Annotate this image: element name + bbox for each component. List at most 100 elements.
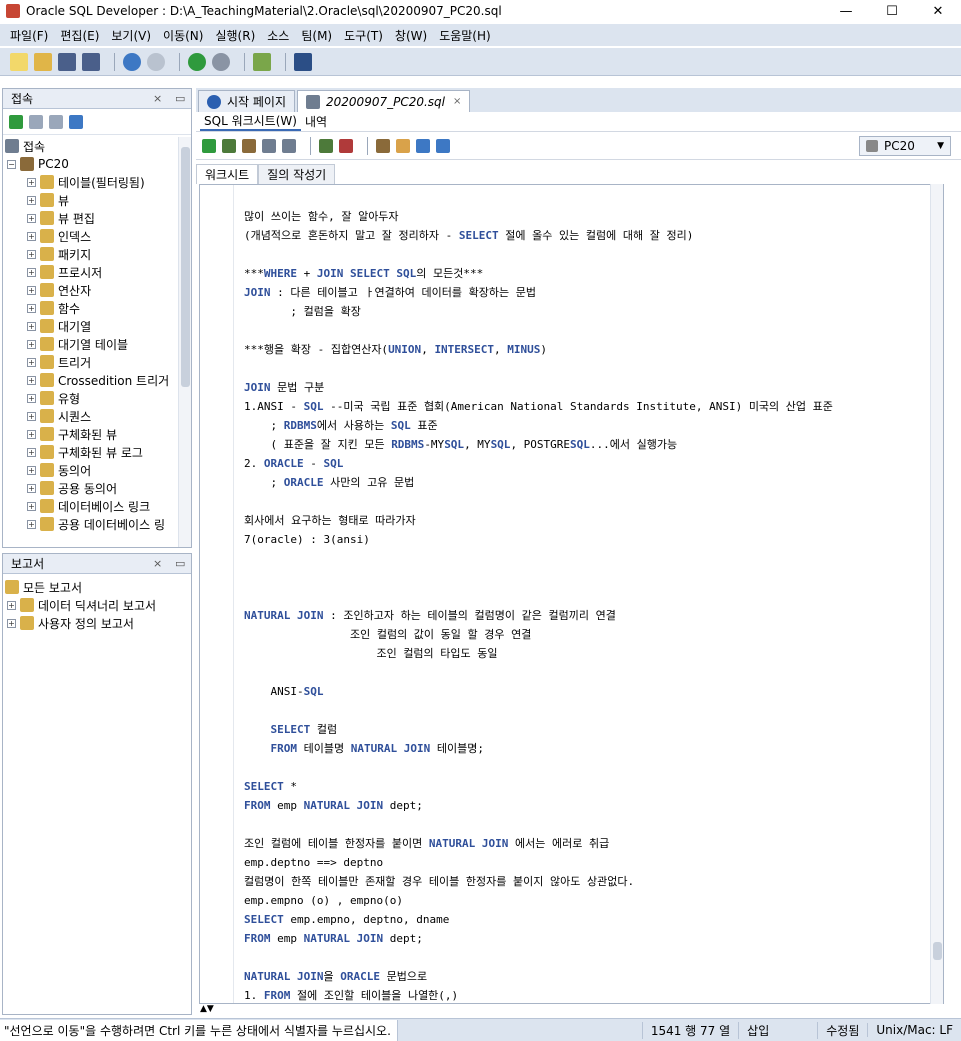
tree-item[interactable]: + Crossedition 트리거 [3, 371, 179, 389]
code-line[interactable]: ***행을 확장 - 집합연산자(UNION, INTERSECT, MINUS… [244, 340, 934, 359]
tree-item[interactable]: + 공용 동의어 [3, 479, 179, 497]
minimize-button[interactable]: — [823, 0, 869, 22]
code-line[interactable]: NATURAL JOIN : 조인하고자 하는 테이블의 컬럼명이 같은 컬럼끼… [244, 606, 934, 625]
add-connection-icon[interactable] [9, 114, 23, 129]
filter-icon[interactable] [49, 114, 63, 129]
code-line[interactable]: ; RDBMS에서 사용하는 SQL 표준 [244, 416, 934, 435]
code-line[interactable]: JOIN : 다른 테이블고 ㅏ연결하여 데이터를 확장하는 문법 [244, 283, 934, 302]
expand-icon[interactable]: + [27, 465, 36, 475]
tree-item[interactable]: + 연산자 [3, 281, 179, 299]
expand-icon[interactable]: + [27, 249, 36, 259]
expand-icon[interactable]: + [27, 231, 36, 241]
close-tab-icon[interactable]: × [453, 96, 461, 107]
undo-icon[interactable] [123, 52, 141, 71]
menu-team[interactable]: 팀(M) [295, 27, 338, 44]
expand-icon[interactable]: + [27, 195, 36, 205]
tree-item[interactable]: + 뷰 편집 [3, 209, 179, 227]
save-all-icon[interactable] [82, 52, 100, 71]
commit-icon[interactable] [319, 138, 333, 153]
tree-item[interactable]: + 대기열 [3, 317, 179, 335]
code-line[interactable]: 1.ANSI - SQL --미국 국립 표준 협회(American Nati… [244, 397, 934, 416]
minimize-pane-icon[interactable]: ▭ [175, 92, 185, 105]
expand-icon[interactable]: + [27, 411, 36, 421]
tree-item[interactable]: + 인덱스 [3, 227, 179, 245]
format-icon[interactable] [436, 138, 450, 153]
schema-browser-icon[interactable] [69, 114, 83, 129]
code-line[interactable]: NATURAL JOIN을 ORACLE 문법으로 [244, 967, 934, 986]
close-pane-icon[interactable]: × [153, 557, 162, 570]
tree-connection-pc20[interactable]: − PC20 [3, 155, 179, 173]
connections-scrollbar[interactable] [178, 137, 191, 547]
code-line[interactable] [244, 815, 934, 834]
code-line[interactable]: 조인 컬럼의 타입도 동일 [244, 644, 934, 663]
tree-item[interactable]: + 함수 [3, 299, 179, 317]
expand-icon[interactable]: + [27, 213, 36, 223]
tree-item[interactable]: + 시퀀스 [3, 407, 179, 425]
tree-item[interactable]: + 구체화된 뷰 [3, 425, 179, 443]
menu-navigate[interactable]: 이동(N) [157, 27, 209, 44]
sql-worksheet-icon[interactable] [253, 52, 271, 71]
code-line[interactable] [244, 587, 934, 606]
expand-icon[interactable]: + [27, 483, 36, 493]
connection-select[interactable]: PC20 ▼ [859, 136, 951, 156]
tree-item[interactable]: + 대기열 테이블 [3, 335, 179, 353]
tab-query-builder[interactable]: 질의 작성기 [258, 164, 336, 184]
collapse-icon[interactable]: − [7, 159, 16, 169]
expand-icon[interactable]: + [27, 339, 36, 349]
menu-view[interactable]: 보기(V) [105, 27, 157, 44]
tree-item-data-dictionary-reports[interactable]: + 데이터 딕셔너리 보고서 [3, 596, 191, 614]
expand-icon[interactable]: + [27, 429, 36, 439]
new-file-icon[interactable] [10, 52, 28, 71]
code-line[interactable]: ( 표준을 잘 지킨 모든 RDBMS-MYSQL, MYSQL, POSTGR… [244, 435, 934, 454]
tree-item[interactable]: + 유형 [3, 389, 179, 407]
tree-item[interactable]: + 공용 데이터베이스 링 [3, 515, 179, 533]
maximize-button[interactable]: ☐ [869, 0, 915, 22]
code-line[interactable]: 조인 컬럼에 테이블 한정자를 붙이면 NATURAL JOIN 에서는 에러로… [244, 834, 934, 853]
menu-source[interactable]: 소스 [261, 27, 295, 44]
menu-tools[interactable]: 도구(T) [338, 27, 389, 44]
run-script-icon[interactable] [222, 138, 236, 153]
tab-sql-worksheet[interactable]: SQL 워크시트(W) [200, 112, 301, 131]
open-folder-icon[interactable] [34, 52, 52, 71]
back-icon[interactable] [188, 52, 206, 71]
rollback-icon[interactable] [339, 138, 353, 153]
code-line[interactable]: ANSI-SQL [244, 682, 934, 701]
code-line[interactable]: 많이 쓰이는 함수, 잘 알아두자 [244, 207, 934, 226]
expand-icon[interactable]: + [27, 285, 36, 295]
expand-icon[interactable]: + [27, 375, 36, 385]
tree-item[interactable]: + 프로시저 [3, 263, 179, 281]
code-line[interactable]: ***WHERE + JOIN SELECT SQL의 모든것*** [244, 264, 934, 283]
code-line[interactable] [244, 758, 934, 777]
code-line[interactable]: SELECT * [244, 777, 934, 796]
code-line[interactable] [244, 492, 934, 511]
tree-item[interactable]: + 패키지 [3, 245, 179, 263]
expand-icon[interactable]: + [27, 321, 36, 331]
scrollbar-thumb[interactable] [933, 942, 942, 960]
code-line[interactable]: emp.deptno ==> deptno [244, 853, 934, 872]
forward-icon[interactable] [212, 52, 230, 71]
expand-icon[interactable]: + [27, 357, 36, 367]
sql-editor[interactable]: 많이 쓰이는 함수, 잘 알아두자 (개념적으로 혼돈하지 말고 잘 정리하자 -… [199, 184, 944, 1004]
tree-item[interactable]: + 구체화된 뷰 로그 [3, 443, 179, 461]
tree-root-reports[interactable]: 모든 보고서 [3, 578, 191, 596]
refresh-icon[interactable] [29, 114, 43, 129]
code-line[interactable]: 조인 컬럼의 값이 동일 할 경우 연결 [244, 625, 934, 644]
code-line[interactable] [244, 549, 934, 568]
tab-sql-file[interactable]: 20200907_PC20.sql × [297, 90, 471, 112]
tab-history[interactable]: 내역 [301, 113, 331, 130]
tree-root-connections[interactable]: 접속 [3, 137, 179, 155]
code-line[interactable]: 7(oracle) : 3(ansi) [244, 530, 934, 549]
menu-run[interactable]: 실행(R) [209, 27, 261, 44]
minimize-pane-icon[interactable]: ▭ [175, 557, 185, 570]
close-pane-icon[interactable]: × [153, 92, 162, 105]
expand-icon[interactable]: + [27, 447, 36, 457]
code-line[interactable]: SELECT emp.empno, deptno, dname [244, 910, 934, 929]
tree-item-user-defined-reports[interactable]: + 사용자 정의 보고서 [3, 614, 191, 632]
code-line[interactable] [244, 359, 934, 378]
expand-icon[interactable]: + [27, 303, 36, 313]
expand-icon[interactable]: + [27, 393, 36, 403]
clear-icon[interactable] [396, 138, 410, 153]
code-line[interactable]: SELECT 컬럼 [244, 720, 934, 739]
expand-icon[interactable]: + [27, 267, 36, 277]
tree-item[interactable]: + 트리거 [3, 353, 179, 371]
